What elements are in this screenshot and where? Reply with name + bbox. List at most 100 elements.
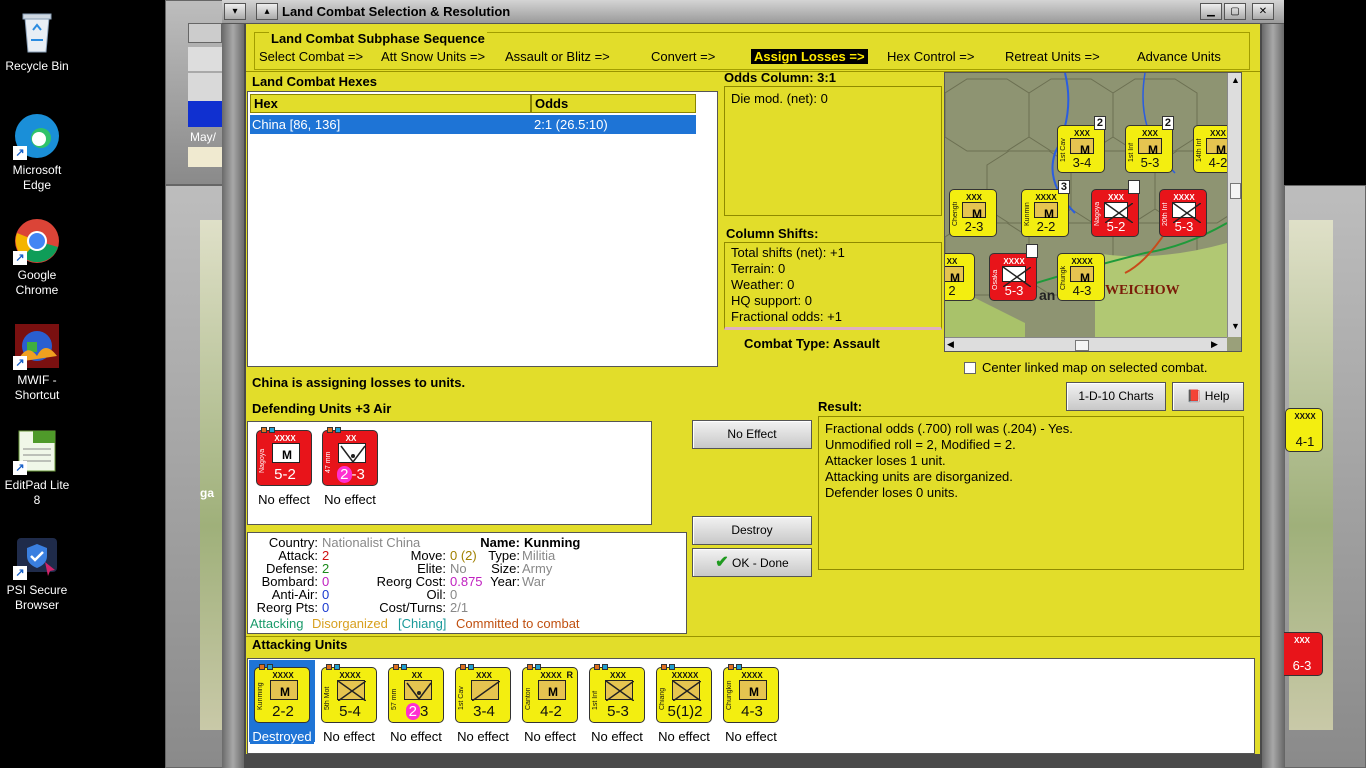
unit-size: XXX — [1141, 129, 1158, 138]
scroll-right-icon[interactable]: ▶ — [1211, 339, 1223, 351]
background-map-window-right: XXXX 4-1 XXX 6-3 — [1279, 185, 1366, 768]
step-retreat-units: Retreat Units => — [1005, 49, 1100, 64]
destroy-button[interactable]: Destroy — [692, 516, 812, 545]
unit-pip — [327, 427, 333, 433]
unit-counter[interactable]: XXXX Chungking M 4-3 — [723, 664, 780, 723]
unit-pip — [527, 664, 533, 670]
map-unit-counter[interactable]: XXXX Chungking M 4-3 — [1057, 253, 1105, 301]
scroll-thumb[interactable] — [1230, 183, 1241, 199]
svg-text:M: M — [282, 448, 292, 462]
unit-pip — [259, 664, 265, 670]
linked-map[interactable]: WEICHOW an XXX 1st Cav M 3-4 2 XXX 1st Inf M 5-3… — [944, 72, 1242, 352]
unit-strength: 6-3 — [1292, 658, 1312, 673]
unit-counter[interactable]: XXX 1st Cav 3-4 — [455, 664, 511, 723]
charts-button[interactable]: 1-D-10 Charts — [1066, 382, 1166, 411]
maximize-button[interactable]: ▢ — [1224, 3, 1246, 20]
map-unit-counter[interactable]: XXX Nagoya 5-2 2 — [1091, 180, 1140, 237]
bg-unit-counter[interactable]: XXX 6-3 — [1279, 632, 1323, 676]
column-header-odds[interactable]: Odds — [531, 94, 696, 113]
unit-strength: 5-4 — [322, 703, 378, 720]
map-unit-counter[interactable]: XX M 2 — [945, 253, 975, 301]
map-unit-counter[interactable]: XXX 1st Cav M 3-4 2 — [1057, 116, 1106, 173]
map-unit-counter[interactable]: XXXX Kunming M 2-2 3 — [1021, 180, 1070, 237]
column-header-hex[interactable]: Hex — [250, 94, 531, 113]
desktop-icon-label: EditPad Lite 8 — [4, 478, 70, 507]
odds-box: Die mod. (net): 0 — [724, 86, 942, 216]
unit-counter[interactable]: XXXX Canton M 4-2 R — [522, 664, 578, 723]
unit-strength: 2 — [948, 283, 956, 298]
center-map-checkbox[interactable] — [964, 362, 976, 374]
map-horizontal-scrollbar[interactable]: ◀ ▶ — [945, 337, 1227, 351]
desktop-icon-label: MWIF - Shortcut — [14, 373, 60, 402]
scroll-left-icon[interactable]: ◀ — [947, 339, 959, 351]
no-effect-button[interactable]: No Effect — [692, 420, 812, 449]
hexes-table: Hex Odds China [86, 136] 2:1 (26.5:10) — [247, 91, 718, 367]
unit-strength: 5(1)2 — [657, 703, 713, 720]
unit-symbol-icon: M — [739, 680, 767, 700]
unit-counter[interactable]: XX 57 mm 2 3 — [388, 664, 445, 723]
status-chiang: [Chiang] — [398, 616, 447, 631]
svg-text:M: M — [280, 685, 290, 699]
assigning-losses-text: China is assigning losses to units. — [252, 375, 466, 390]
map-unit-counter[interactable]: XXXX 20th Inf 5-3 — [1159, 189, 1207, 237]
mwif-icon: ↗ — [13, 322, 61, 370]
desktop-icon-psi[interactable]: ↗ PSI Secure Browser — [0, 532, 74, 613]
unit-status: No effect — [324, 492, 376, 507]
title-bar[interactable]: ▾ ▴ Land Combat Selection & Resolution ▁… — [222, 0, 1284, 24]
unit-counter[interactable]: XXXX 5th Mot 5-4 — [321, 664, 378, 723]
desktop-icon-chrome[interactable]: ↗ Google Chrome — [0, 217, 74, 298]
unit-size: XXX — [1107, 193, 1124, 202]
stack-count: 3 — [1057, 180, 1070, 194]
unit-size: XXXX — [339, 671, 361, 680]
desktop-icon-label: Microsoft Edge — [12, 163, 62, 192]
unit-pip — [594, 664, 600, 670]
step-select-combat: Select Combat => — [259, 49, 364, 64]
unit-counter[interactable]: XXXX Nagoya M 5-2 — [256, 427, 312, 486]
desktop-icon-mwif[interactable]: ↗ MWIF - Shortcut — [0, 322, 74, 403]
desktop-icon-editpad[interactable]: ↗ EditPad Lite 8 — [0, 427, 74, 508]
scroll-up-icon[interactable]: ▲ — [1230, 75, 1241, 87]
system-menu-button[interactable]: ▾ — [224, 3, 246, 20]
bg-toolbar-button[interactable] — [188, 23, 222, 43]
desktop-icon-recycle-bin[interactable]: Recycle Bin — [0, 8, 74, 74]
unit-counter[interactable]: XXX 1st Inf 5-3 — [589, 664, 645, 723]
unit-strength: 23 — [389, 703, 445, 720]
ok-done-button[interactable]: ✔ OK - Done — [692, 548, 812, 577]
hexes-label: Land Combat Hexes — [252, 74, 377, 89]
collapse-button[interactable]: ▴ — [256, 3, 278, 20]
table-row[interactable]: China [86, 136] 2:1 (26.5:10) — [250, 115, 696, 134]
scroll-thumb[interactable] — [1075, 340, 1089, 351]
unit-counter[interactable]: XXXX Kunming M 2-2 — [254, 664, 310, 723]
desktop-icon-edge[interactable]: ↗ Microsoft Edge — [0, 112, 74, 193]
unit-pip — [326, 664, 332, 670]
unit-size: XXXXX — [671, 671, 699, 680]
unit-status: No effect — [725, 729, 777, 744]
unit-symbol-icon — [1002, 266, 1032, 288]
unit-info-panel: Country: Nationalist China Name: Kunming… — [247, 532, 687, 634]
unit-symbol-icon: M — [538, 680, 566, 700]
map-vertical-scrollbar[interactable]: ▲ ▼ — [1227, 73, 1241, 337]
stack-count: 2 — [1093, 116, 1106, 130]
close-button[interactable]: ✕ — [1252, 3, 1274, 20]
result-line: Fractional odds (.700) roll was (.204) -… — [825, 421, 1073, 436]
map-unit-counter[interactable]: XXX 1st Inf M 5-3 2 — [1125, 116, 1174, 173]
unit-pip — [669, 664, 675, 670]
map-unit-counter[interactable]: XXXX Osaka 5-3 2 — [989, 244, 1038, 301]
minimize-button[interactable]: ▁ — [1200, 3, 1222, 20]
unit-strength: 4-3 — [724, 703, 780, 720]
unit-counter[interactable]: XXXXX Chiang 5(1)2 — [656, 664, 713, 723]
shift-line: Fractional odds: +1 — [731, 309, 842, 324]
map-unit-counter[interactable]: XXX Chengtu Mil M 2-3 — [949, 189, 997, 237]
scroll-down-icon[interactable]: ▼ — [1230, 321, 1241, 333]
unit-size: XXXX — [274, 434, 296, 443]
help-button[interactable]: 📕 Help — [1172, 382, 1244, 411]
unit-strength: 4-3 — [1072, 283, 1092, 298]
unit-counter[interactable]: XX 47 mm 2 -3 — [322, 427, 378, 486]
desktop-icon-label: PSI Secure Browser — [6, 583, 68, 612]
status-disorganized: Disorganized — [312, 616, 388, 631]
combat-type: Combat Type: Assault — [744, 336, 880, 351]
result-label: Result: — [818, 399, 863, 414]
unit-status: No effect — [390, 729, 442, 744]
shift-line: Total shifts (net): +1 — [731, 245, 845, 260]
bg-unit-counter[interactable]: XXXX 4-1 — [1285, 408, 1323, 452]
